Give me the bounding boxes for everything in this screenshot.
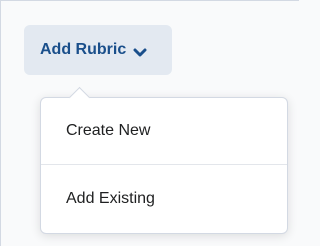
- menu-item-create-new[interactable]: Create New: [41, 98, 287, 165]
- add-rubric-dropdown-menu: Create New Add Existing: [40, 86, 288, 234]
- add-rubric-label: Add Rubric: [40, 41, 127, 58]
- menu-item-label: Add Existing: [66, 189, 155, 207]
- menu-item-add-existing[interactable]: Add Existing: [41, 165, 287, 232]
- chevron-down-icon: [133, 45, 147, 57]
- menu-item-label: Create New: [66, 122, 151, 139]
- add-rubric-button[interactable]: Add Rubric: [24, 25, 172, 75]
